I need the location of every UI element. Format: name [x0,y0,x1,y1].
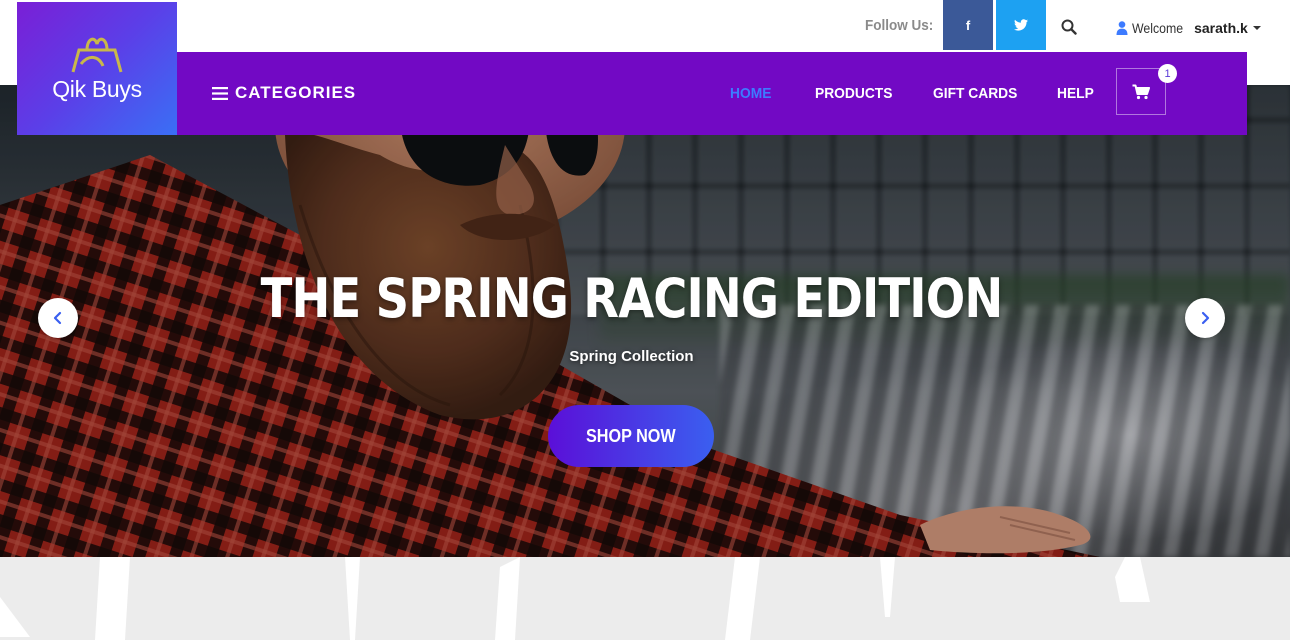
follow-us-label: Follow Us: [865,17,934,34]
welcome-label: Welcome [1132,20,1184,36]
cart-count-badge: 1 [1158,64,1177,83]
main-nav: CATEGORIES HOME PRODUCTS GIFT CARDS HELP… [177,52,1247,135]
shop-now-label: SHOP NOW [586,425,676,446]
facebook-icon: f [965,17,971,33]
next-section-preview [0,557,1290,640]
username-label: sarath.k [1194,20,1248,36]
nav-link-products[interactable]: PRODUCTS [815,85,892,102]
brand-name: Qik Buys [52,76,142,102]
user-icon [1116,21,1128,35]
chevron-left-icon [53,311,62,325]
chevron-right-icon [1201,311,1210,325]
categories-label: CATEGORIES [235,83,357,102]
search-button[interactable] [1056,14,1082,40]
shop-now-button[interactable]: SHOP NOW [548,405,714,467]
shopping-bag-logo-icon [71,37,123,73]
categories-menu[interactable]: CATEGORIES [212,83,356,103]
top-bar: Follow Us: f Welcome sarath.k [0,0,1290,52]
facebook-button[interactable]: f [943,0,993,50]
next-section-image [0,557,1150,640]
hero-title: THE SPRING RACING EDITION [260,267,1004,330]
nav-link-home[interactable]: HOME [730,85,771,102]
twitter-button[interactable] [996,0,1046,50]
user-menu[interactable]: Welcome sarath.k [1116,18,1262,38]
search-icon [1061,19,1077,35]
hero-banner: THE SPRING RACING EDITION Spring Collect… [0,85,1290,557]
page: THE SPRING RACING EDITION Spring Collect… [0,0,1290,640]
nav-link-help[interactable]: HELP [1057,85,1094,102]
carousel-next-button[interactable] [1185,298,1225,338]
carousel-prev-button[interactable] [38,298,78,338]
twitter-icon [1014,19,1028,31]
logo[interactable]: Qik Buys [17,2,177,135]
nav-link-gift-cards[interactable]: GIFT CARDS [933,85,1017,102]
caret-down-icon [1252,26,1261,30]
hamburger-icon [212,86,228,100]
hero-subtitle: Spring Collection [569,348,694,365]
cart-icon [1132,84,1150,99]
